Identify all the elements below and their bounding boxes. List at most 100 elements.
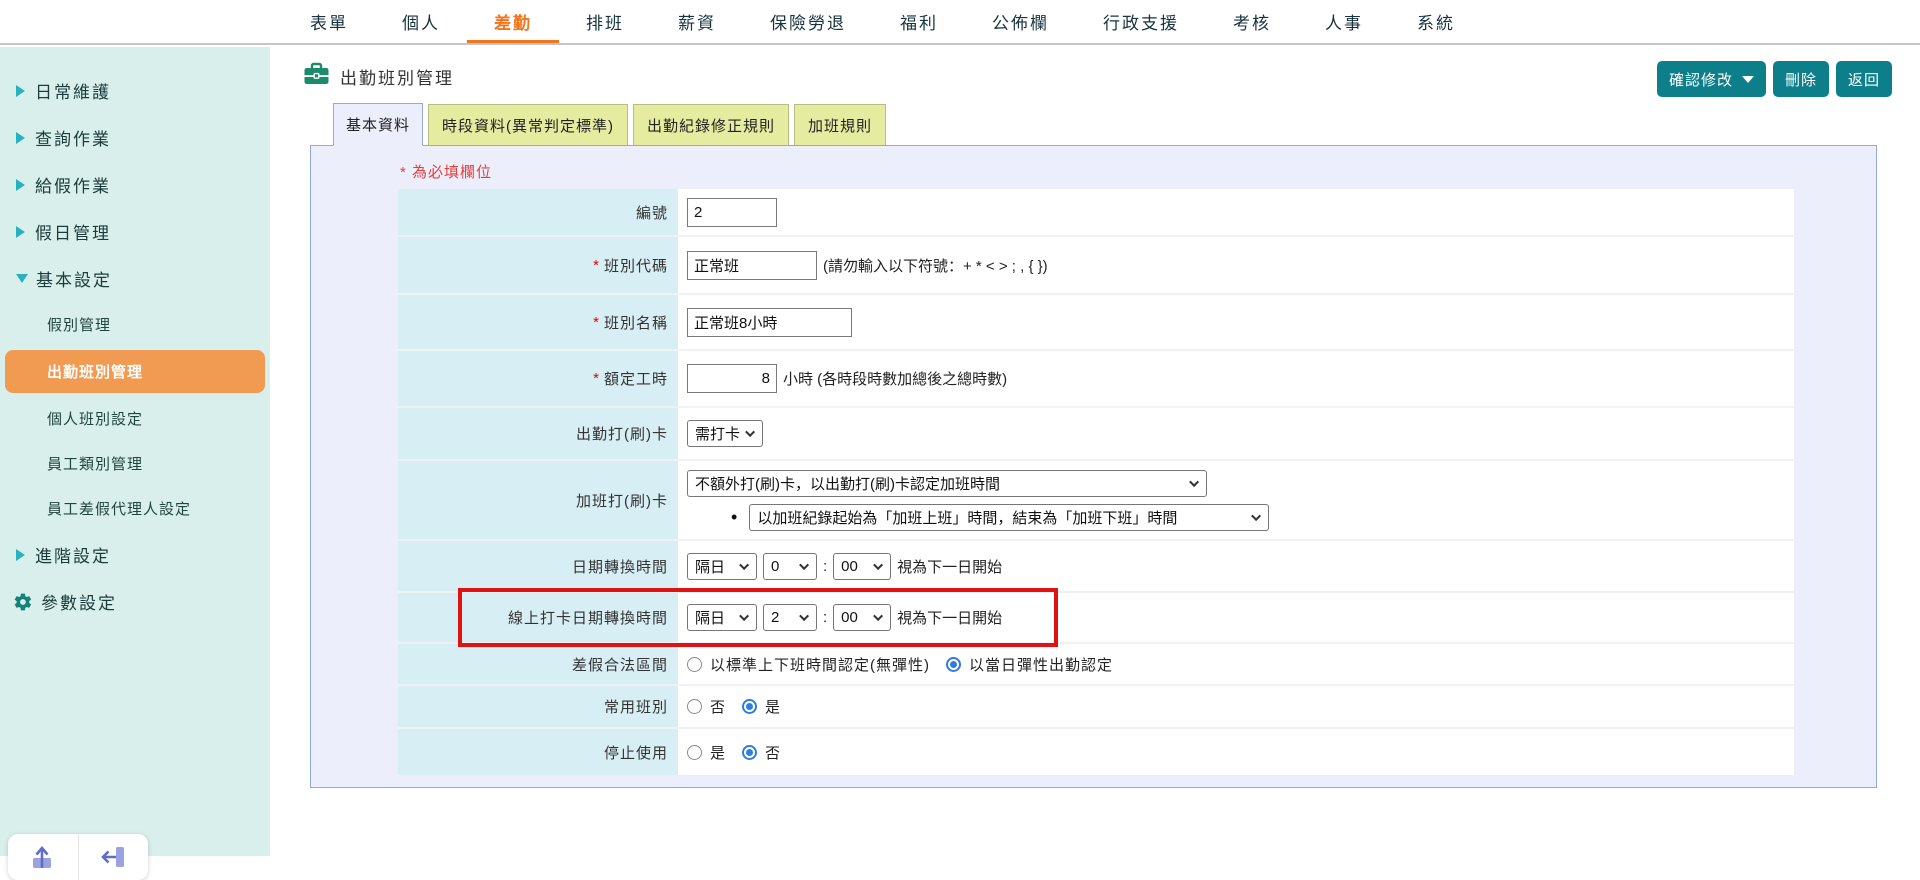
rollover-hour-select[interactable]: 0 (763, 552, 817, 580)
rollover-suffix: 視為下一日開始 (897, 558, 1003, 576)
shift-form: 編號 * 班別代碼 (請勿輸入以下符號：+ * < > ; , { }) (398, 189, 1794, 775)
sidebar-item-leave-grant[interactable]: 給假作業 (0, 161, 270, 208)
form-row-hours: * 額定工時 小時 (各時段時數加總後之總時數) (398, 349, 1794, 406)
required-asterisk: * (593, 256, 600, 274)
confirm-edit-label: 確認修改 (1668, 71, 1733, 89)
field-label: * 班別名稱 (398, 295, 678, 349)
form-row-common-shift: 常用班別 否 是 (398, 684, 1794, 727)
radio-stop-yes[interactable] (687, 744, 702, 760)
online-rollover-hour-select[interactable]: 2 (763, 604, 817, 631)
nav-item-bulletin[interactable]: 公佈欄 (965, 0, 1076, 43)
field-label: 出勤打(刷)卡 (398, 408, 678, 459)
sidebar-item-holiday-management[interactable]: 假日管理 (0, 208, 270, 255)
shift-id-input[interactable] (687, 197, 777, 227)
chevron-right-icon (16, 548, 25, 561)
form-row-stop-use: 停止使用 是 否 (398, 727, 1794, 775)
sidebar-item-basic-settings[interactable]: 基本設定 (0, 255, 270, 302)
radio-stop-no[interactable] (742, 744, 758, 760)
overtime-record-select[interactable]: 以加班紀錄起始為「加班上班」時間，結束為「加班下班」時間 (749, 503, 1270, 531)
collapse-left-icon (99, 841, 129, 876)
sidebar-item-label: 給假作業 (35, 177, 111, 196)
sidebar-item-label: 日常維護 (35, 83, 111, 102)
sidebar-item-advanced-settings[interactable]: 進階設定 (0, 531, 270, 578)
top-navigation: 表單 個人 差勤 排班 薪資 保險勞退 福利 公佈欄 行政支援 考核 人事 系統 (0, 0, 1920, 45)
upload-button[interactable] (8, 834, 78, 880)
collapse-sidebar-button[interactable] (78, 834, 148, 880)
sidebar-item-daily-maintenance[interactable]: 日常維護 (0, 67, 270, 114)
sidebar-item-label: 基本設定 (36, 271, 112, 290)
field-label: 停止使用 (398, 729, 678, 775)
code-hint: (請勿輸入以下符號：+ * < > ; , { }) (823, 257, 1048, 275)
required-asterisk: * (593, 370, 600, 387)
radio-label: 以當日彈性出勤認定 (969, 656, 1114, 674)
rollover-day-select[interactable]: 隔日 (687, 552, 757, 580)
field-label: * 班別代碼 (398, 237, 678, 293)
nav-item-scheduling[interactable]: 排班 (559, 0, 651, 43)
attendance-punch-select[interactable]: 需打卡 (687, 420, 764, 447)
nav-item-forms[interactable]: 表單 (283, 0, 375, 43)
back-button[interactable]: 返回 (1835, 61, 1892, 97)
chevron-down-icon (745, 427, 756, 438)
nav-item-personal[interactable]: 個人 (375, 0, 467, 43)
shift-code-input[interactable] (687, 250, 817, 280)
upload-icon (28, 841, 58, 876)
radio-label: 是 (710, 744, 727, 762)
form-panel: * 為必填欄位 編號 * 班別代碼 (請勿輸入以下符號：+ * < > ; , … (310, 145, 1877, 788)
nav-item-admin-support[interactable]: 行政支援 (1076, 0, 1206, 43)
sidebar-item-employee-category[interactable]: 員工類別管理 (0, 441, 270, 486)
sidebar-item-leave-agent-settings[interactable]: 員工差假代理人設定 (0, 486, 270, 531)
radio-common-yes[interactable] (742, 699, 758, 714)
sidebar-item-query[interactable]: 查詢作業 (0, 114, 270, 161)
field-label: 日期轉換時間 (398, 541, 678, 591)
rollover-minute-select[interactable]: 00 (833, 552, 892, 580)
radio-label: 是 (765, 699, 782, 716)
field-label: * 額定工時 (398, 351, 678, 406)
sidebar-item-label: 查詢作業 (35, 130, 111, 149)
nav-item-attendance[interactable]: 差勤 (467, 0, 559, 43)
tab-overtime-rules[interactable]: 加班規則 (794, 104, 887, 145)
shift-name-input[interactable] (687, 307, 852, 337)
radio-flexible-time[interactable] (946, 656, 961, 672)
chevron-down-icon (799, 611, 810, 622)
nav-item-system[interactable]: 系統 (1390, 0, 1482, 43)
delete-button[interactable]: 刪除 (1772, 61, 1829, 97)
page-title: 出勤班別管理 (340, 68, 454, 88)
online-rollover-minute-select[interactable]: 00 (833, 604, 892, 631)
chevron-down-icon (16, 274, 28, 283)
chevron-down-icon (1741, 75, 1754, 83)
bullet-marker: • (731, 506, 738, 527)
form-row-code: * 班別代碼 (請勿輸入以下符號：+ * < > ; , { }) (398, 235, 1794, 293)
briefcase-icon (303, 62, 330, 91)
overtime-punch-select[interactable]: 不額外打(刷)卡，以出勤打(刷)卡認定加班時間 (687, 469, 1207, 497)
sidebar-item-parameter-settings[interactable]: 參數設定 (0, 578, 270, 625)
field-label: 常用班別 (398, 686, 678, 727)
nav-item-hr[interactable]: 人事 (1298, 0, 1390, 43)
field-label: 加班打(刷)卡 (398, 461, 678, 539)
tab-basic-info[interactable]: 基本資料 (333, 103, 424, 146)
tab-time-segments[interactable]: 時段資料(異常判定標準) (428, 104, 629, 145)
chevron-right-icon (16, 84, 25, 97)
nav-item-appraisal[interactable]: 考核 (1206, 0, 1298, 43)
chevron-down-icon (799, 559, 810, 570)
online-rollover-day-select[interactable]: 隔日 (687, 604, 757, 631)
radio-common-no[interactable] (687, 699, 702, 714)
radio-label: 以標準上下班時間認定(無彈性) (710, 656, 930, 674)
radio-standard-time[interactable] (687, 656, 702, 672)
sidebar-item-leave-type-management[interactable]: 假別管理 (0, 302, 270, 347)
nav-item-insurance[interactable]: 保險勞退 (743, 0, 873, 43)
sidebar-item-personal-shift-settings[interactable]: 個人班別設定 (0, 396, 270, 441)
chevron-down-icon (1189, 476, 1200, 487)
sidebar-item-label: 參數設定 (41, 594, 117, 613)
rated-hours-input[interactable] (687, 364, 777, 393)
sidebar-item-shift-management[interactable]: 出勤班別管理 (5, 350, 265, 393)
tab-bar: 基本資料 時段資料(異常判定標準) 出勤紀錄修正規則 加班規則 (333, 103, 1920, 146)
nav-item-payroll[interactable]: 薪資 (651, 0, 743, 43)
chevron-down-icon (739, 559, 750, 570)
tab-record-correction-rules[interactable]: 出勤紀錄修正規則 (633, 104, 790, 145)
confirm-edit-button[interactable]: 確認修改 (1656, 61, 1766, 97)
rollover-suffix: 視為下一日開始 (897, 610, 1003, 627)
form-row-online-rollover: 線上打卡日期轉換時間 隔日 2 : 00 視為下一日開始 (398, 588, 1794, 647)
nav-item-welfare[interactable]: 福利 (873, 0, 965, 43)
field-label: 線上打卡日期轉換時間 (398, 593, 678, 642)
header-actions: 確認修改 刪除 返回 (1656, 61, 1892, 97)
